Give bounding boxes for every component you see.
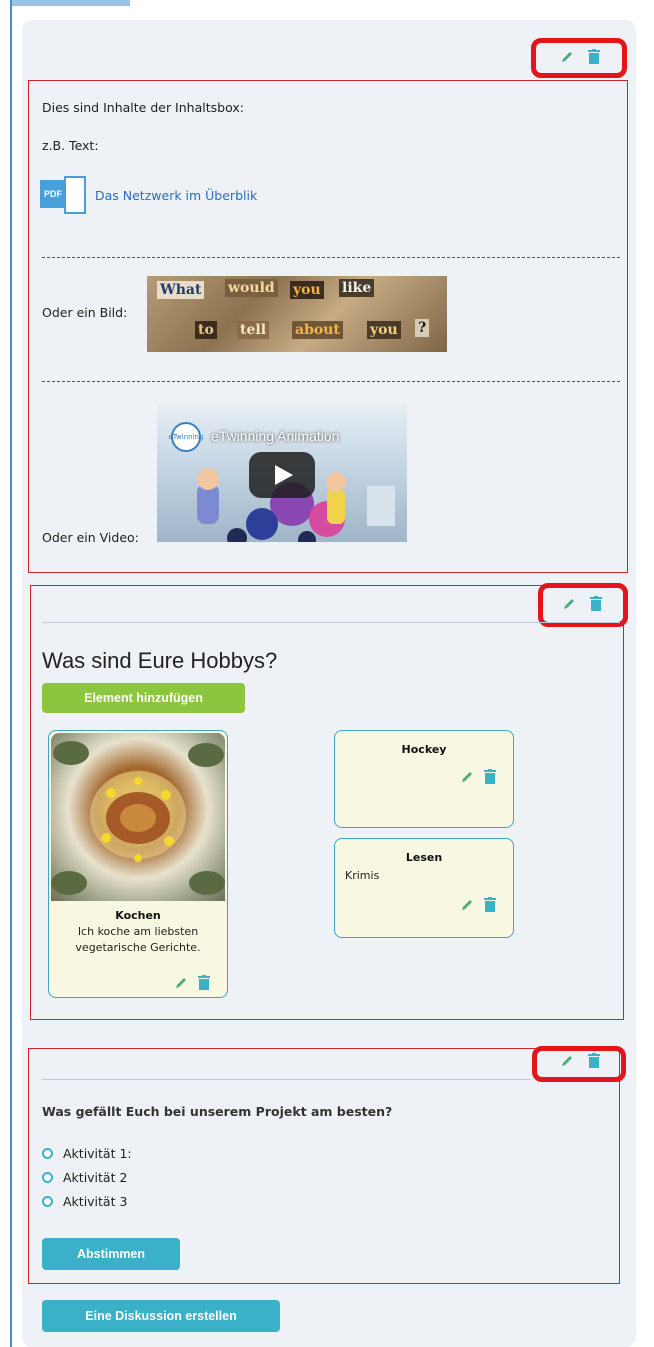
- pdf-link[interactable]: Das Netzwerk im Überblik: [95, 188, 257, 203]
- vote-button[interactable]: Abstimmen: [42, 1238, 180, 1270]
- delete-trash-icon[interactable]: [484, 897, 496, 912]
- poll-option[interactable]: Aktivität 1:: [42, 1146, 132, 1161]
- collage-word: like: [339, 279, 375, 297]
- collage-word: tell: [237, 321, 270, 339]
- card-text-line: vegetarische Gerichte.: [75, 941, 201, 954]
- edit-pencil-icon[interactable]: [460, 898, 474, 912]
- collage-image: What would you like to tell about you ?: [147, 276, 447, 352]
- card-text: Ich koche am liebsten vegetarische Geric…: [49, 924, 227, 956]
- hobby-card[interactable]: Lesen Krimis: [334, 838, 514, 938]
- delete-trash-icon[interactable]: [588, 1053, 600, 1068]
- poll-option-label: Aktivität 3: [63, 1194, 128, 1209]
- card-toolbar: [460, 769, 496, 784]
- poll-option-label: Aktivität 1:: [63, 1146, 132, 1161]
- edit-pencil-icon[interactable]: [460, 770, 474, 784]
- content-box-toolbar: [560, 49, 600, 64]
- card-toolbar: [460, 897, 496, 912]
- hobbies-title: Was sind Eure Hobbys?: [42, 648, 278, 673]
- delete-trash-icon[interactable]: [588, 49, 600, 64]
- section-rule: [42, 622, 620, 623]
- collage-word: about: [292, 321, 343, 339]
- card-title: Lesen: [405, 851, 443, 864]
- hobby-card[interactable]: Kochen Ich koche am liebsten vegetarisch…: [48, 730, 228, 998]
- card-text: Krimis: [345, 869, 380, 882]
- collage-word: What: [157, 281, 205, 299]
- poll-toolbar: [560, 1053, 600, 1068]
- section-rule: [42, 1079, 530, 1080]
- delete-trash-icon[interactable]: [484, 769, 496, 784]
- video-player[interactable]: eTwinning eTwinning Animation: [157, 404, 407, 542]
- dashed-divider: [42, 257, 620, 258]
- dashed-divider: [42, 381, 620, 382]
- video-label: Oder ein Video:: [42, 530, 139, 545]
- etwinning-logo: eTwinning: [169, 422, 203, 452]
- edit-pencil-icon[interactable]: [560, 50, 574, 64]
- radio-button[interactable]: [42, 1172, 53, 1183]
- add-element-button[interactable]: Element hinzufügen: [42, 683, 245, 713]
- collage-word: you: [367, 321, 401, 339]
- video-title: eTwinning Animation: [211, 428, 340, 444]
- play-icon[interactable]: [249, 452, 315, 498]
- delete-trash-icon[interactable]: [590, 596, 602, 611]
- hobbies-toolbar: [562, 596, 602, 611]
- edit-pencil-icon[interactable]: [562, 597, 576, 611]
- image-label: Oder ein Bild:: [42, 305, 128, 320]
- content-intro: Dies sind Inhalte der Inhaltsbox:: [42, 100, 244, 115]
- poll-option-label: Aktivität 2: [63, 1170, 128, 1185]
- poll-question: Was gefällt Euch bei unserem Projekt am …: [42, 1104, 393, 1119]
- hobby-card[interactable]: Hockey: [334, 730, 514, 828]
- poll-option[interactable]: Aktivität 2: [42, 1170, 127, 1185]
- edit-pencil-icon[interactable]: [174, 976, 188, 990]
- delete-trash-icon[interactable]: [198, 975, 210, 990]
- outer-frame-top: [10, 0, 130, 6]
- card-text-line: Ich koche am liebsten: [77, 925, 199, 938]
- edit-pencil-icon[interactable]: [560, 1054, 574, 1068]
- collage-word: ?: [415, 319, 430, 337]
- create-discussion-button[interactable]: Eine Diskussion erstellen: [42, 1300, 280, 1332]
- outer-frame-border: [10, 0, 12, 1347]
- radio-button[interactable]: [42, 1148, 53, 1159]
- text-example-label: z.B. Text:: [42, 138, 99, 153]
- pdf-document-shape: [64, 176, 86, 214]
- card-title: Hockey: [401, 743, 447, 756]
- collage-word: you: [290, 281, 324, 299]
- card-toolbar: [174, 975, 210, 990]
- card-image: [51, 733, 225, 901]
- radio-button[interactable]: [42, 1196, 53, 1207]
- collage-word: would: [225, 279, 278, 297]
- pdf-badge: PDF: [40, 180, 66, 208]
- pdf-icon[interactable]: PDF: [40, 172, 92, 218]
- collage-word: to: [195, 321, 217, 339]
- poll-option[interactable]: Aktivität 3: [42, 1194, 127, 1209]
- card-title: Kochen: [115, 909, 161, 922]
